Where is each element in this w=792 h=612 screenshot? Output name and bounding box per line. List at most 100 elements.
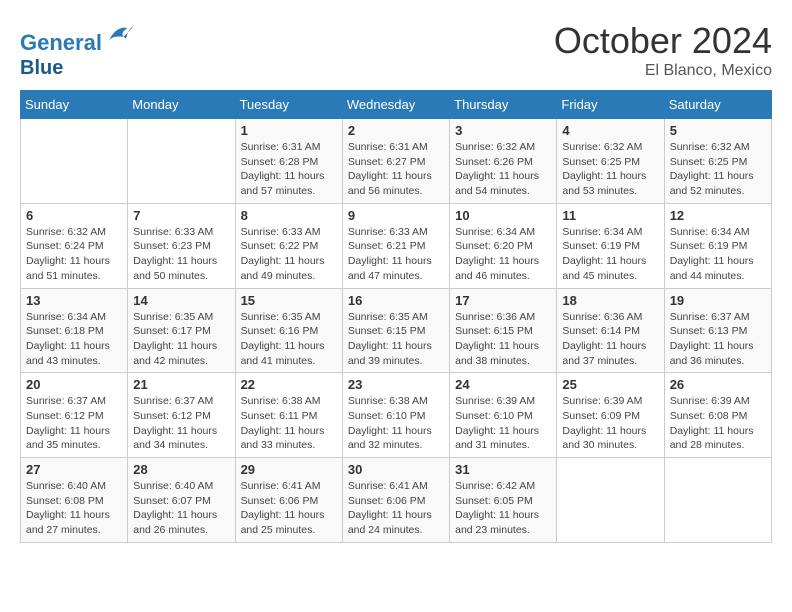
day-number: 7 (133, 208, 229, 223)
calendar-body: 1 Sunrise: 6:31 AM Sunset: 6:28 PM Daylig… (21, 119, 772, 543)
logo-bird-icon (105, 20, 135, 50)
calendar-cell: 8 Sunrise: 6:33 AM Sunset: 6:22 PM Daylig… (235, 203, 342, 288)
calendar-cell: 2 Sunrise: 6:31 AM Sunset: 6:27 PM Daylig… (342, 119, 449, 204)
day-info: Sunrise: 6:38 AM Sunset: 6:10 PM Dayligh… (348, 394, 444, 453)
month-title: October 2024 (554, 20, 772, 62)
calendar-cell: 17Sunrise: 6:36 AM Sunset: 6:15 PM Dayli… (450, 288, 557, 373)
calendar-cell: 22 Sunrise: 6:38 AM Sunset: 6:11 PM Dayli… (235, 373, 342, 458)
calendar-cell (664, 458, 771, 543)
day-info: Sunrise: 6:41 AM Sunset: 6:06 PM Dayligh… (241, 479, 337, 538)
day-number: 26 (670, 377, 766, 392)
weekday-header-cell: Sunday (21, 91, 128, 119)
calendar-cell: 7 Sunrise: 6:33 AM Sunset: 6:23 PM Daylig… (128, 203, 235, 288)
calendar-cell: 14 Sunrise: 6:35 AM Sunset: 6:17 PM Dayli… (128, 288, 235, 373)
day-info: Sunrise: 6:35 AM Sunset: 6:16 PM Dayligh… (241, 310, 337, 369)
day-info: Sunrise: 6:36 AM Sunset: 6:15 PM Dayligh… (455, 310, 551, 369)
day-number: 28 (133, 462, 229, 477)
day-number: 12 (670, 208, 766, 223)
day-number: 11 (562, 208, 658, 223)
day-number: 6 (26, 208, 122, 223)
weekday-header-cell: Saturday (664, 91, 771, 119)
day-info: Sunrise: 6:33 AM Sunset: 6:22 PM Dayligh… (241, 225, 337, 284)
day-info: Sunrise: 6:33 AM Sunset: 6:21 PM Dayligh… (348, 225, 444, 284)
calendar-cell: 28Sunrise: 6:40 AM Sunset: 6:07 PM Dayli… (128, 458, 235, 543)
calendar-cell: 23 Sunrise: 6:38 AM Sunset: 6:10 PM Dayli… (342, 373, 449, 458)
day-info: Sunrise: 6:33 AM Sunset: 6:23 PM Dayligh… (133, 225, 229, 284)
calendar-cell: 19Sunrise: 6:37 AM Sunset: 6:13 PM Dayli… (664, 288, 771, 373)
calendar-cell (128, 119, 235, 204)
day-info: Sunrise: 6:32 AM Sunset: 6:25 PM Dayligh… (670, 140, 766, 199)
day-info: Sunrise: 6:40 AM Sunset: 6:08 PM Dayligh… (26, 479, 122, 538)
calendar-cell: 4 Sunrise: 6:32 AM Sunset: 6:25 PM Daylig… (557, 119, 664, 204)
day-info: Sunrise: 6:41 AM Sunset: 6:06 PM Dayligh… (348, 479, 444, 538)
day-number: 23 (348, 377, 444, 392)
day-info: Sunrise: 6:37 AM Sunset: 6:12 PM Dayligh… (26, 394, 122, 453)
day-info: Sunrise: 6:34 AM Sunset: 6:19 PM Dayligh… (562, 225, 658, 284)
day-number: 9 (348, 208, 444, 223)
calendar-cell: 31Sunrise: 6:42 AM Sunset: 6:05 PM Dayli… (450, 458, 557, 543)
day-number: 3 (455, 123, 551, 138)
logo-text: General Blue (20, 20, 135, 79)
calendar-cell (21, 119, 128, 204)
day-info: Sunrise: 6:36 AM Sunset: 6:14 PM Dayligh… (562, 310, 658, 369)
calendar-cell: 30 Sunrise: 6:41 AM Sunset: 6:06 PM Dayli… (342, 458, 449, 543)
calendar-cell: 24 Sunrise: 6:39 AM Sunset: 6:10 PM Dayli… (450, 373, 557, 458)
calendar-cell: 20 Sunrise: 6:37 AM Sunset: 6:12 PM Dayli… (21, 373, 128, 458)
day-info: Sunrise: 6:39 AM Sunset: 6:10 PM Dayligh… (455, 394, 551, 453)
day-info: Sunrise: 6:37 AM Sunset: 6:12 PM Dayligh… (133, 394, 229, 453)
day-number: 8 (241, 208, 337, 223)
calendar-week-row: 20 Sunrise: 6:37 AM Sunset: 6:12 PM Dayli… (21, 373, 772, 458)
day-info: Sunrise: 6:32 AM Sunset: 6:26 PM Dayligh… (455, 140, 551, 199)
calendar-cell: 12 Sunrise: 6:34 AM Sunset: 6:19 PM Dayli… (664, 203, 771, 288)
day-info: Sunrise: 6:35 AM Sunset: 6:17 PM Dayligh… (133, 310, 229, 369)
day-number: 5 (670, 123, 766, 138)
logo: General Blue (20, 20, 135, 79)
day-info: Sunrise: 6:34 AM Sunset: 6:19 PM Dayligh… (670, 225, 766, 284)
day-info: Sunrise: 6:34 AM Sunset: 6:18 PM Dayligh… (26, 310, 122, 369)
day-number: 20 (26, 377, 122, 392)
calendar-cell: 21 Sunrise: 6:37 AM Sunset: 6:12 PM Dayli… (128, 373, 235, 458)
calendar-cell: 10Sunrise: 6:34 AM Sunset: 6:20 PM Dayli… (450, 203, 557, 288)
day-number: 19 (670, 293, 766, 308)
day-number: 30 (348, 462, 444, 477)
title-block: October 2024 El Blanco, Mexico (554, 20, 772, 80)
day-number: 29 (241, 462, 337, 477)
weekday-header-cell: Tuesday (235, 91, 342, 119)
calendar-cell: 16Sunrise: 6:35 AM Sunset: 6:15 PM Dayli… (342, 288, 449, 373)
day-info: Sunrise: 6:39 AM Sunset: 6:09 PM Dayligh… (562, 394, 658, 453)
calendar-week-row: 6Sunrise: 6:32 AM Sunset: 6:24 PM Daylig… (21, 203, 772, 288)
location: El Blanco, Mexico (554, 62, 772, 80)
calendar-cell: 18Sunrise: 6:36 AM Sunset: 6:14 PM Dayli… (557, 288, 664, 373)
day-number: 24 (455, 377, 551, 392)
calendar-week-row: 1 Sunrise: 6:31 AM Sunset: 6:28 PM Daylig… (21, 119, 772, 204)
day-number: 2 (348, 123, 444, 138)
calendar-cell: 13 Sunrise: 6:34 AM Sunset: 6:18 PM Dayli… (21, 288, 128, 373)
calendar-cell: 9 Sunrise: 6:33 AM Sunset: 6:21 PM Daylig… (342, 203, 449, 288)
calendar-week-row: 13 Sunrise: 6:34 AM Sunset: 6:18 PM Dayli… (21, 288, 772, 373)
day-number: 4 (562, 123, 658, 138)
day-number: 14 (133, 293, 229, 308)
day-info: Sunrise: 6:35 AM Sunset: 6:15 PM Dayligh… (348, 310, 444, 369)
day-number: 21 (133, 377, 229, 392)
day-info: Sunrise: 6:32 AM Sunset: 6:25 PM Dayligh… (562, 140, 658, 199)
weekday-header-cell: Wednesday (342, 91, 449, 119)
calendar-cell: 1 Sunrise: 6:31 AM Sunset: 6:28 PM Daylig… (235, 119, 342, 204)
day-number: 22 (241, 377, 337, 392)
day-number: 1 (241, 123, 337, 138)
calendar-week-row: 27 Sunrise: 6:40 AM Sunset: 6:08 PM Dayli… (21, 458, 772, 543)
day-number: 27 (26, 462, 122, 477)
day-info: Sunrise: 6:31 AM Sunset: 6:27 PM Dayligh… (348, 140, 444, 199)
calendar-cell: 11 Sunrise: 6:34 AM Sunset: 6:19 PM Dayli… (557, 203, 664, 288)
calendar-cell: 29 Sunrise: 6:41 AM Sunset: 6:06 PM Dayli… (235, 458, 342, 543)
day-info: Sunrise: 6:34 AM Sunset: 6:20 PM Dayligh… (455, 225, 551, 284)
day-info: Sunrise: 6:38 AM Sunset: 6:11 PM Dayligh… (241, 394, 337, 453)
calendar-cell: 5 Sunrise: 6:32 AM Sunset: 6:25 PM Daylig… (664, 119, 771, 204)
calendar-cell: 25 Sunrise: 6:39 AM Sunset: 6:09 PM Dayli… (557, 373, 664, 458)
day-info: Sunrise: 6:31 AM Sunset: 6:28 PM Dayligh… (241, 140, 337, 199)
calendar-table: SundayMondayTuesdayWednesdayThursdayFrid… (20, 90, 772, 543)
weekday-header-row: SundayMondayTuesdayWednesdayThursdayFrid… (21, 91, 772, 119)
calendar-cell: 27 Sunrise: 6:40 AM Sunset: 6:08 PM Dayli… (21, 458, 128, 543)
day-number: 25 (562, 377, 658, 392)
day-number: 13 (26, 293, 122, 308)
calendar-cell (557, 458, 664, 543)
